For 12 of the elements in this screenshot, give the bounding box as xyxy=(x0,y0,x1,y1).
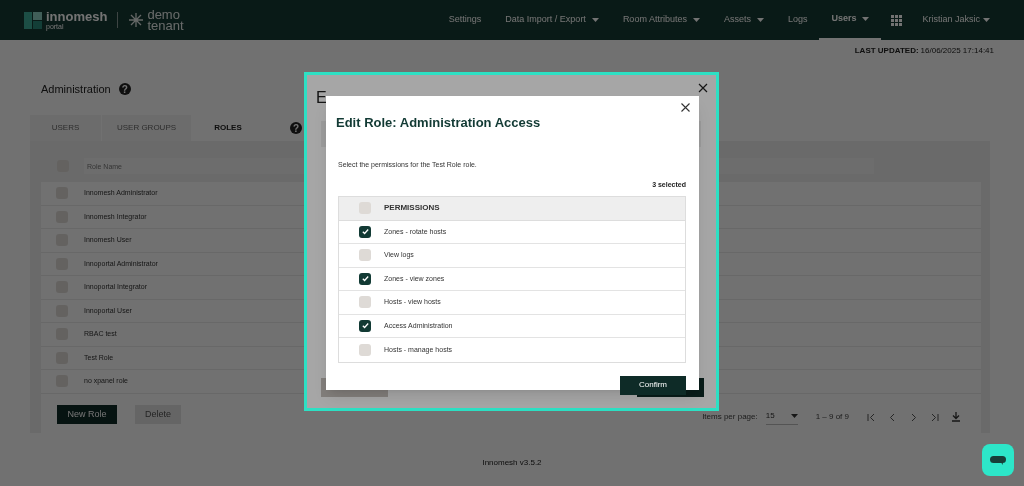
tenant-name: demo xyxy=(147,8,180,20)
logo-text: innomesh xyxy=(46,10,108,23)
tenant-name: tenant xyxy=(147,20,184,32)
last-updated-label: LAST UPDATED: xyxy=(854,47,919,55)
dialog-title: E xyxy=(316,90,327,106)
dialog-title: Edit Role: Administration Access xyxy=(336,115,541,130)
version-text: Innomesh v3.5.2 xyxy=(482,457,542,469)
page-range: 1 – 9 of 9 xyxy=(815,411,849,423)
items-per-page-label: Items per page: xyxy=(702,411,758,423)
last-updated-value: 16/06/2025 17:14:41 xyxy=(920,47,994,55)
column-header: PERMISSIONS xyxy=(384,202,440,214)
page-title: Administration xyxy=(41,81,111,97)
